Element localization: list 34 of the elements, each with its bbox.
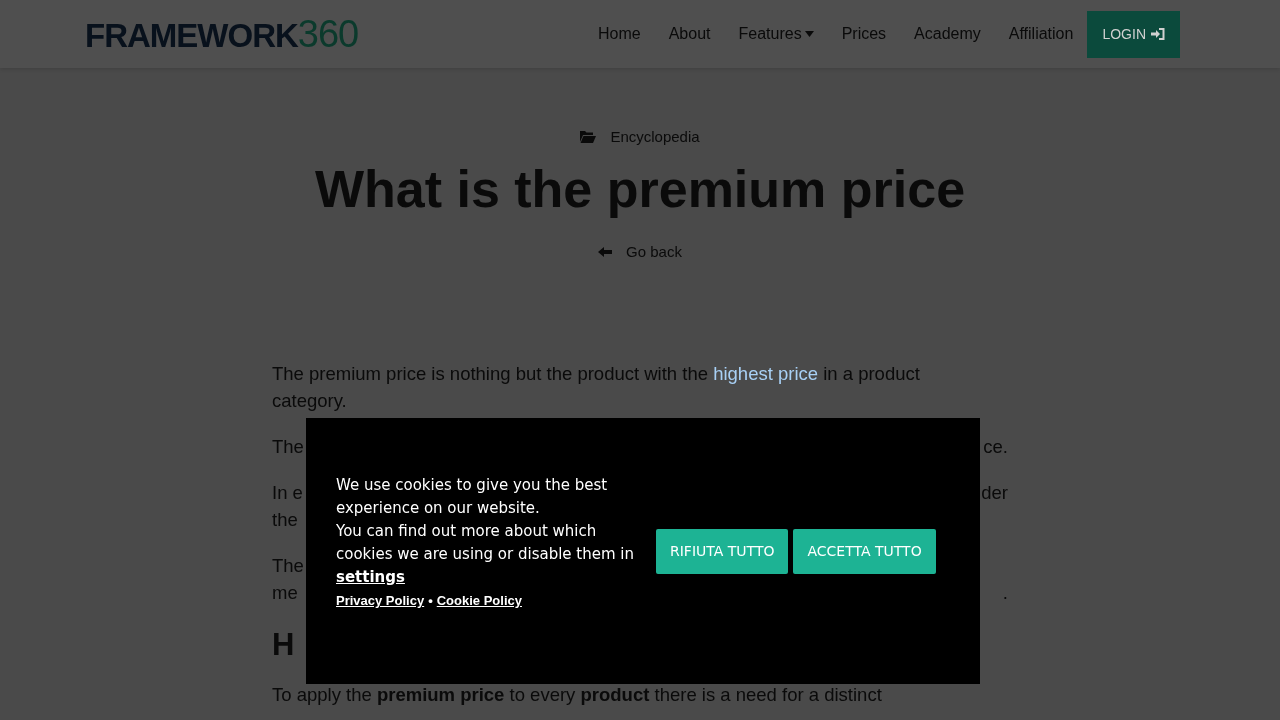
separator: • — [428, 593, 433, 608]
paragraph-fragment: me — [272, 581, 298, 605]
policy-link[interactable]: Cookie Policy — [436, 593, 522, 608]
policy-link[interactable]: Privacy Policy — [336, 593, 425, 608]
back-link[interactable]: Go back — [626, 243, 682, 260]
paragraph-fragment: ce. — [983, 435, 1008, 459]
paragraph-fragment: der — [981, 481, 1008, 505]
login-button[interactable]: LOGIN — [1087, 10, 1180, 58]
paragraph: The premium price is nothing but the product with the highest price in a product category. — [272, 362, 921, 413]
category-label[interactable]: Encyclopedia — [610, 128, 700, 145]
paragraph-fragment: The — [272, 554, 304, 578]
text-link[interactable]: highest price — [713, 363, 819, 384]
paragraph-fragment: . — [1002, 581, 1008, 605]
caret-icon — [804, 31, 814, 37]
nav-link[interactable]: Home — [584, 25, 655, 43]
cookie-button[interactable]: RIFIUTA TUTTO — [656, 528, 789, 574]
logo[interactable]: FRAMEWORK360 — [85, 12, 359, 56]
sign-in-icon — [1151, 28, 1165, 40]
nav-link[interactable]: Features — [724, 25, 828, 43]
cookie-button[interactable]: ACCETTA TUTTO — [793, 528, 936, 574]
nav-link[interactable]: Academy — [900, 25, 995, 43]
paragraph-fragment: The — [272, 435, 304, 459]
section-heading: H — [272, 626, 295, 664]
page-title: What is the premium price — [314, 159, 966, 219]
paragraph-fragment: In e — [272, 481, 303, 505]
arrow-left-icon — [598, 246, 613, 257]
nav-link[interactable]: About — [654, 25, 725, 43]
settings-link[interactable]: settings — [336, 568, 405, 586]
nav-link[interactable]: Affiliation — [994, 25, 1088, 43]
paragraph: To apply the premium price to every product there is a need for a distinct — [272, 683, 883, 707]
folder-icon — [580, 130, 597, 143]
cookie-message: We use cookies to give you the best experience on our website. You can find out more about which cookies we are using or disable them in settings — [336, 475, 635, 588]
nav-link[interactable]: Prices — [827, 25, 901, 43]
paragraph-fragment: the — [272, 508, 298, 532]
